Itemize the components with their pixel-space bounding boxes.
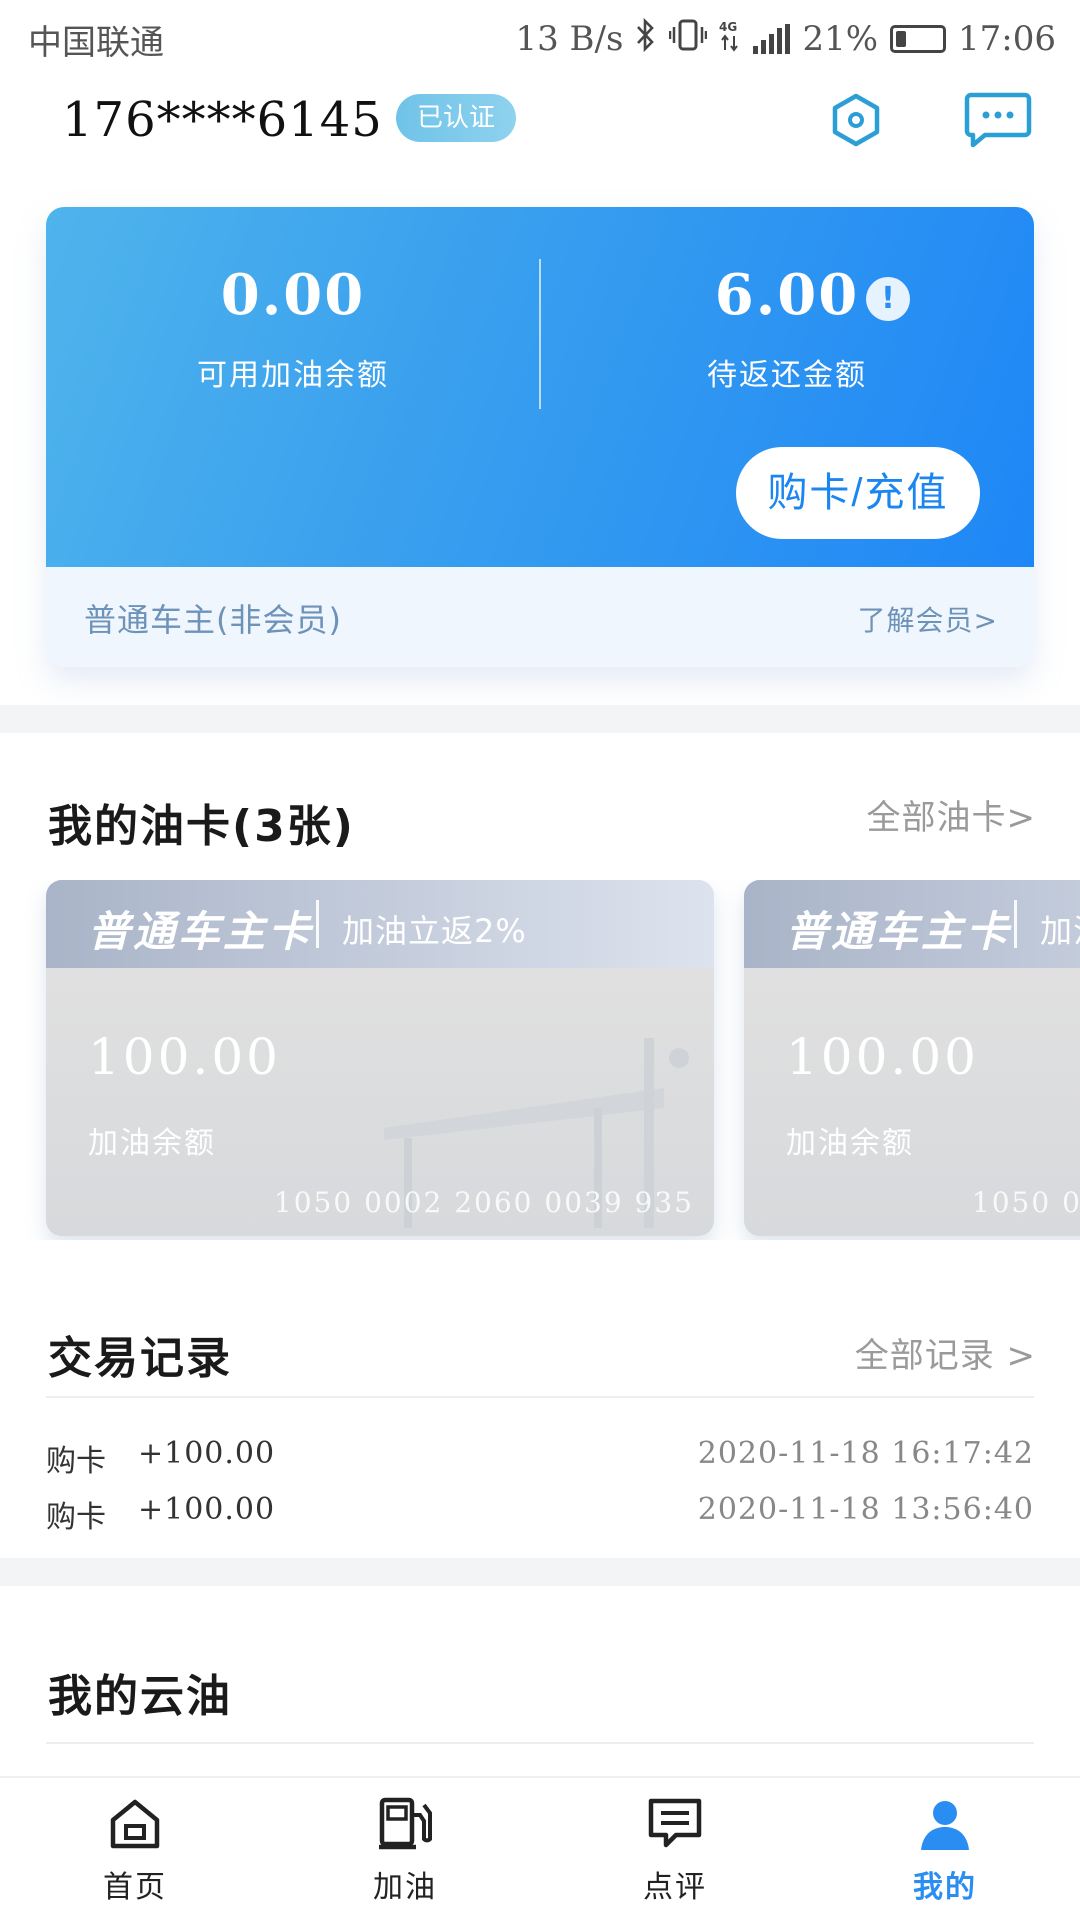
verified-badge: 已认证 (396, 94, 516, 142)
oil-card[interactable]: 普通车主卡 加油立返2% 100.00 加油余额 1050 0002 2060 … (46, 880, 714, 1236)
transaction-time: 2020-11-18 16:17:42 (697, 1436, 1034, 1471)
section-separator (0, 705, 1080, 733)
net-speed: 13 B/s (515, 19, 624, 59)
oil-card-header: 普通车主卡 加油立返2% (744, 880, 1080, 968)
nav-refuel[interactable]: 加油 (270, 1778, 540, 1920)
oil-cards-title: 我的油卡(3张) (48, 801, 355, 852)
balance-card: 0.00 可用加油余额 6.00 待返还金额 ! 购卡/充值 普通车主(非会员)… (46, 207, 1034, 667)
oil-card-header: 普通车主卡 加油立返2% (46, 880, 714, 968)
learn-membership-link[interactable]: 了解会员> (858, 599, 998, 639)
nav-label: 加油 (373, 1870, 437, 1905)
oil-card-body: 100.00 加油余额 1050 0002 2060 0039 935 (46, 968, 714, 1236)
transactions-divider (46, 1396, 1034, 1398)
transaction-type: 购卡 (46, 1444, 106, 1479)
message-button[interactable] (962, 84, 1034, 156)
oil-card-number: 1050 0002 2060 0039 935 (273, 1186, 694, 1219)
bottom-nav: 首页 加油 点评 我的 (0, 1776, 1080, 1920)
status-bar: 中国联通 13 B/s 4G 21% 17:06 (0, 0, 1080, 78)
clock: 17:06 (958, 19, 1056, 59)
settings-hex-icon (832, 93, 880, 147)
nav-label: 我的 (913, 1870, 977, 1905)
oil-card-promo: 加油立返2% (1040, 912, 1080, 950)
nav-profile[interactable]: 我的 (810, 1778, 1080, 1920)
transaction-amount: +100.00 (138, 1436, 276, 1471)
transaction-time: 2020-11-18 13:56:40 (697, 1492, 1034, 1527)
user-phone: 176****6145 (62, 92, 383, 148)
transaction-row[interactable]: 购卡 +100.00 2020-11-18 16:17:42 (46, 1430, 1034, 1480)
oil-card-carousel[interactable]: 普通车主卡 加油立返2% 100.00 加油余额 1050 0002 2060 … (0, 880, 1080, 1240)
nav-home[interactable]: 首页 (0, 1778, 270, 1920)
all-transactions-link[interactable]: 全部记录 > (855, 1328, 1036, 1377)
review-icon (645, 1794, 705, 1854)
cloud-oil-title: 我的云油 (48, 1671, 232, 1722)
bluetooth-icon (635, 17, 657, 60)
nav-label: 首页 (103, 1870, 167, 1905)
nav-label: 点评 (643, 1870, 707, 1905)
4g-icon: 4G (719, 18, 741, 61)
signal-icon (753, 24, 791, 54)
balance-panel: 0.00 可用加油余额 6.00 待返还金额 ! 购卡/充值 (46, 207, 1034, 567)
all-oil-cards-link[interactable]: 全部油卡> (867, 790, 1037, 839)
oil-card-number: 1050 0002 2060 0039 935 (971, 1186, 1080, 1219)
cloud-oil-divider (46, 1742, 1034, 1744)
oil-card-amount: 100.00 (786, 1028, 979, 1086)
pending-refund-label: 待返还金额 (707, 358, 867, 393)
oil-card-separator (316, 900, 319, 948)
oil-card-type: 普通车主卡 (786, 907, 1012, 956)
fuel-pump-icon (375, 1794, 435, 1854)
oil-card[interactable]: 普通车主卡 加油立返2% 100.00 加油余额 1050 0002 2060 … (744, 880, 1080, 1236)
carrier-name: 中国联通 (28, 22, 164, 63)
section-separator (0, 1558, 1080, 1586)
oil-card-separator (1014, 900, 1017, 948)
oil-card-amount-label: 加油余额 (786, 1126, 914, 1161)
oil-card-type: 普通车主卡 (88, 907, 314, 956)
pending-refund-value: 6.00 (714, 262, 860, 328)
oil-card-promo: 加油立返2% (342, 912, 527, 950)
oil-card-body: 100.00 加油余额 1050 0002 2060 0039 935 (744, 968, 1080, 1236)
battery-percent: 21% (802, 19, 879, 59)
message-icon (964, 92, 1032, 148)
oil-card-amount-label: 加油余额 (88, 1126, 216, 1161)
status-indicators: 13 B/s 4G 21% 17:06 (515, 17, 1056, 61)
battery-icon (890, 25, 947, 53)
available-balance-value: 0.00 (220, 262, 366, 328)
profile-header: 176****6145 已认证 (0, 78, 1080, 178)
home-icon (105, 1794, 165, 1854)
transaction-amount: +100.00 (138, 1492, 276, 1527)
transaction-type: 购卡 (46, 1500, 106, 1535)
svg-text:4G: 4G (719, 20, 737, 34)
member-status: 普通车主(非会员) (84, 601, 342, 639)
available-balance-label: 可用加油余额 (197, 358, 389, 393)
recharge-button[interactable]: 购卡/充值 (736, 447, 980, 539)
nav-review[interactable]: 点评 (540, 1778, 810, 1920)
membership-bar[interactable]: 普通车主(非会员) 了解会员> (46, 567, 1034, 667)
pending-refund[interactable]: 6.00 待返还金额 (540, 262, 1034, 394)
transactions-title: 交易记录 (48, 1333, 232, 1384)
available-balance[interactable]: 0.00 可用加油余额 (46, 262, 540, 394)
transaction-row[interactable]: 购卡 +100.00 2020-11-18 13:56:40 (46, 1486, 1034, 1536)
info-icon[interactable]: ! (866, 277, 910, 321)
vibrate-icon (669, 18, 708, 61)
settings-button[interactable] (820, 84, 892, 156)
profile-icon (915, 1794, 975, 1854)
oil-card-amount: 100.00 (88, 1028, 281, 1086)
